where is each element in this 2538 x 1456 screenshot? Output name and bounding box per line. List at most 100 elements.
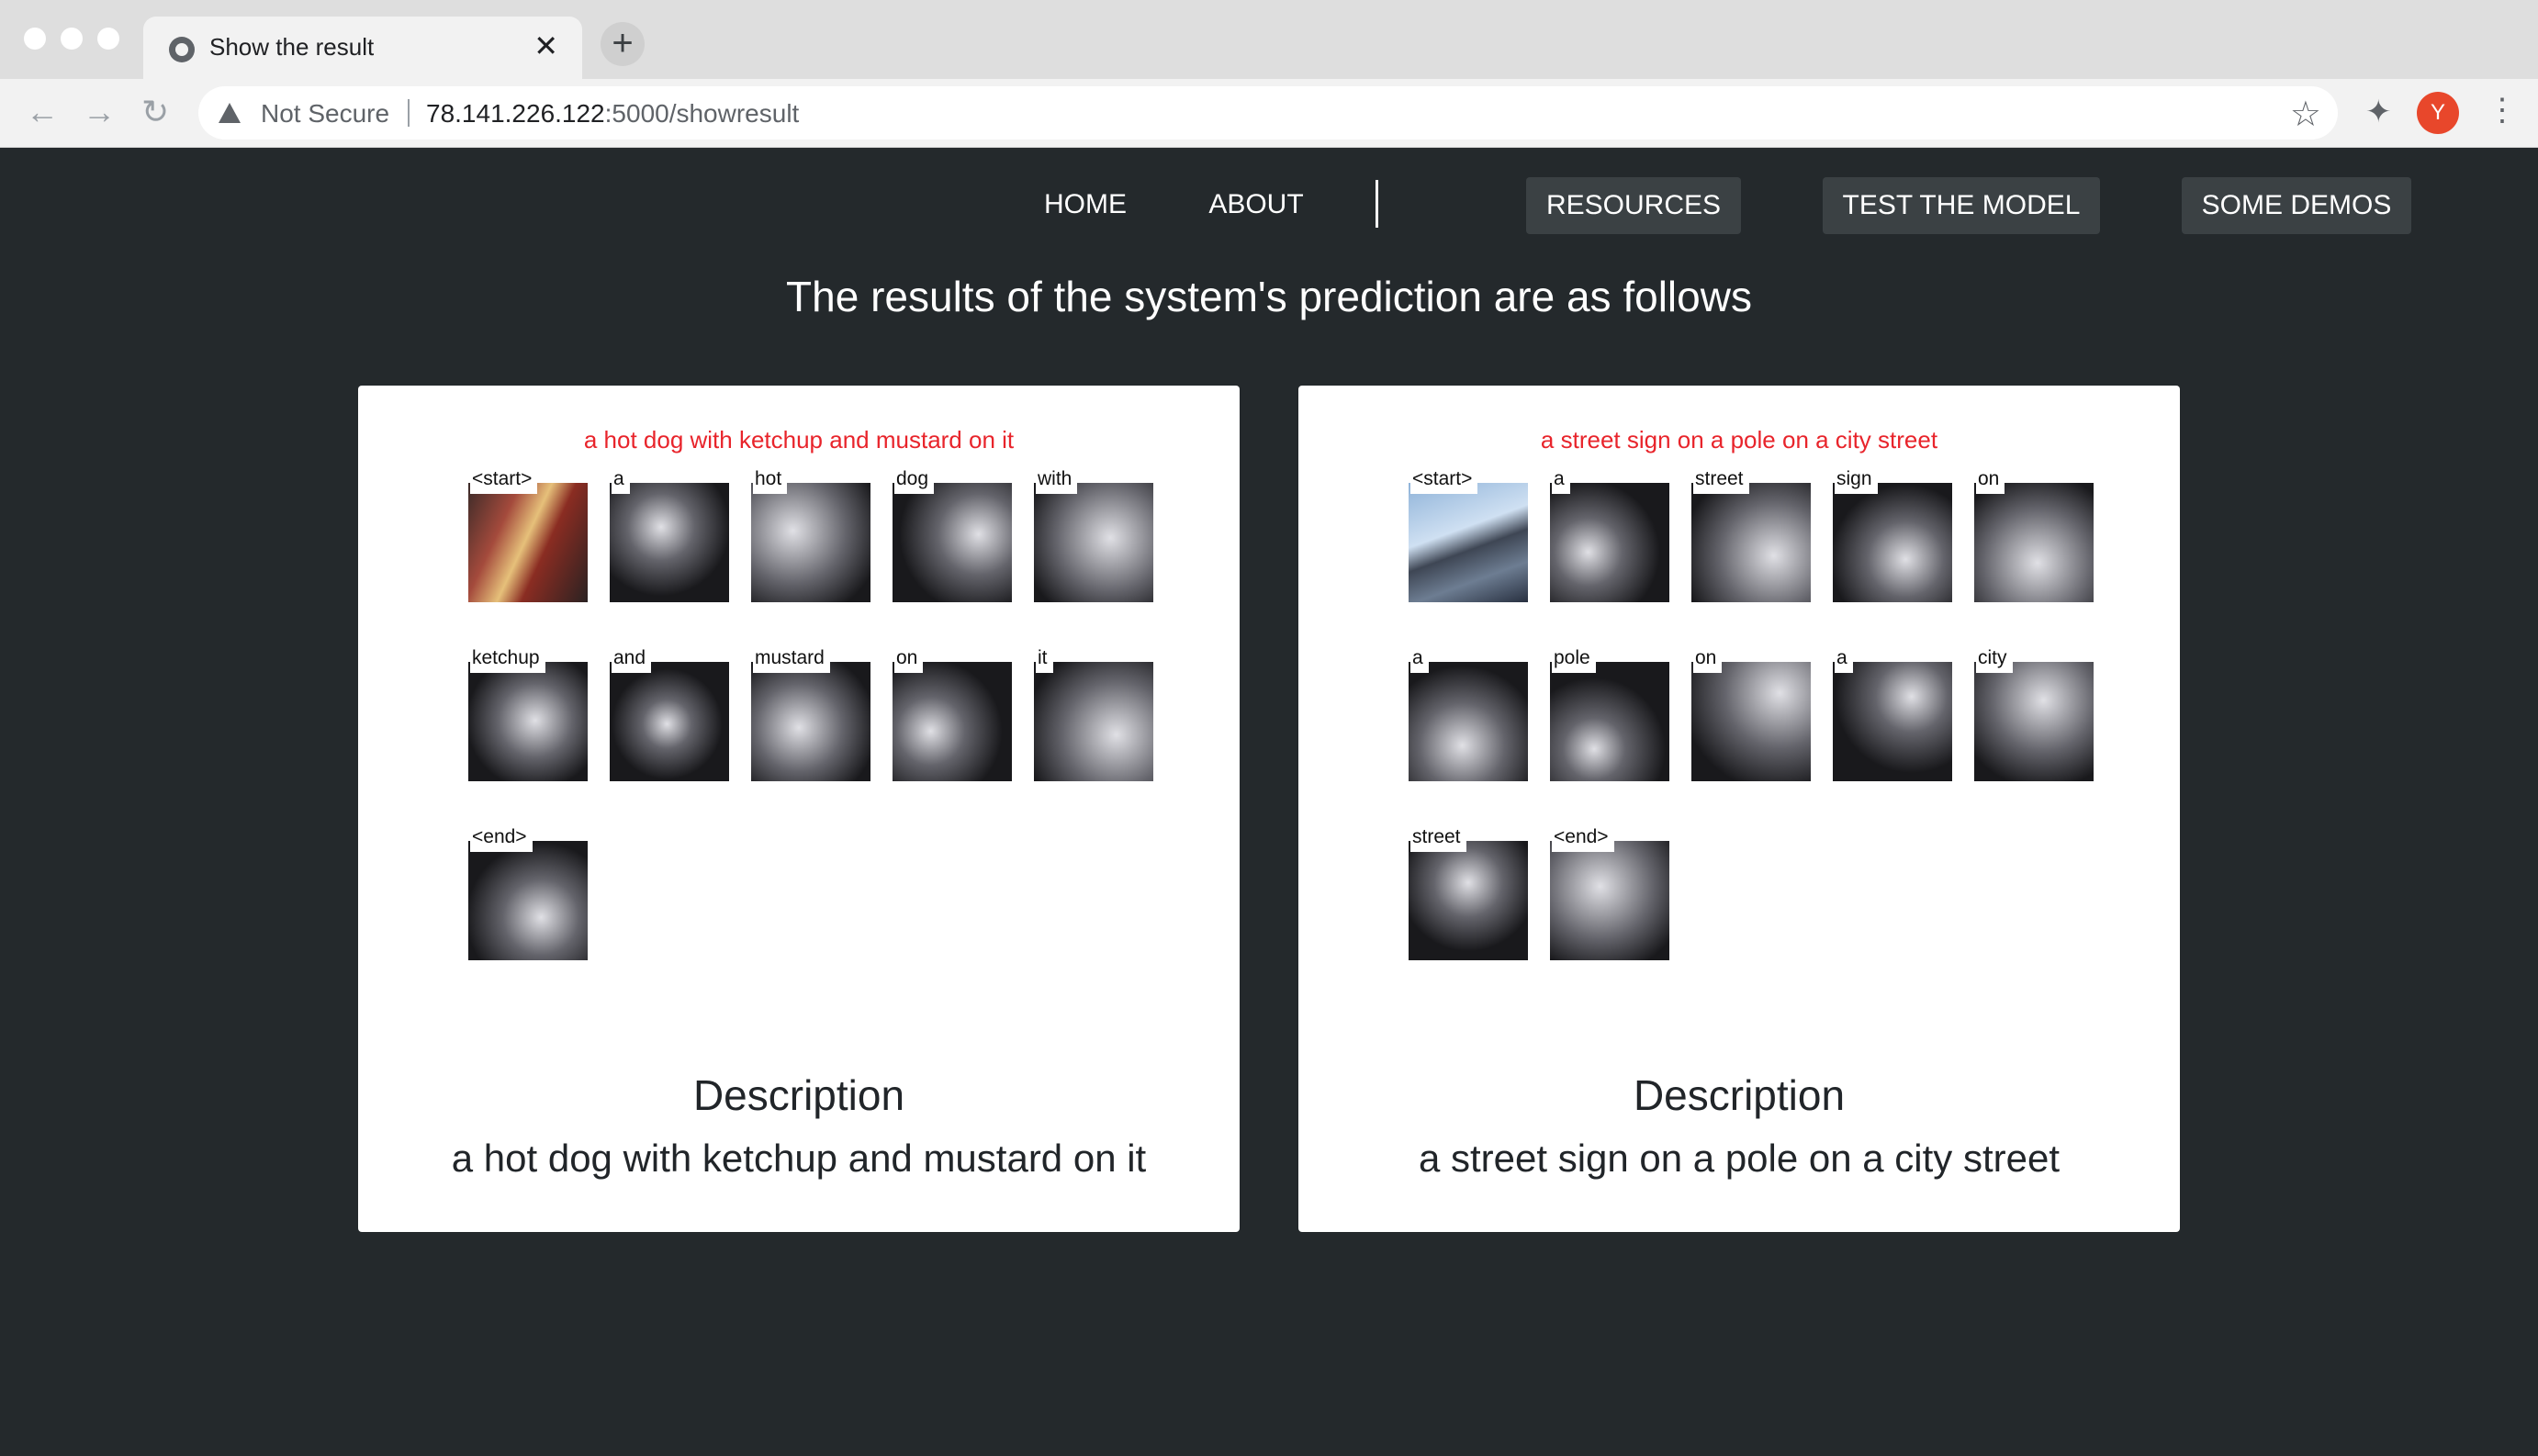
nav-home-link[interactable]: HOME xyxy=(1021,176,1150,233)
nav-resources-button[interactable]: RESOURCES xyxy=(1526,177,1741,234)
description-text: a street sign on a pole on a city street xyxy=(1418,1137,2061,1180)
attention-map-image xyxy=(610,483,729,602)
attention-map-image xyxy=(1034,662,1153,781)
nav-about-link[interactable]: ABOUT xyxy=(1192,176,1320,233)
attention-map-image xyxy=(1034,483,1153,602)
attention-map-image xyxy=(1409,662,1528,781)
attention-word-label: mustard xyxy=(753,647,830,673)
attention-word-label: hot xyxy=(753,468,788,494)
attention-word-label: it xyxy=(1036,647,1053,673)
attention-map-image xyxy=(751,662,870,781)
attention-word-label: with xyxy=(1036,468,1078,494)
browser-menu-icon[interactable]: ⋮ xyxy=(2487,90,2518,130)
attention-word-label: city xyxy=(1976,647,2013,673)
attention-word-label: a xyxy=(612,468,630,494)
attention-word-label: ketchup xyxy=(470,647,545,673)
attention-cell: <start> xyxy=(1409,468,1528,604)
attention-cell: a xyxy=(1550,468,1669,604)
new-tab-button[interactable]: + xyxy=(601,22,645,66)
attention-cell: pole xyxy=(1550,647,1669,783)
attention-cell: mustard xyxy=(751,647,870,783)
attention-map-image xyxy=(1550,662,1669,781)
description-title: Description xyxy=(1633,1071,1846,1119)
profile-avatar[interactable]: Y xyxy=(2417,92,2459,134)
not-secure-label[interactable]: Not Secure xyxy=(261,99,389,129)
attention-cell: with xyxy=(1034,468,1153,604)
attention-cell: <end> xyxy=(1550,826,1669,962)
nav-test-model-button[interactable]: TEST THE MODEL xyxy=(1823,177,2100,234)
attention-map-image xyxy=(468,662,588,781)
attention-map-image xyxy=(468,841,588,960)
attention-word-label: on xyxy=(1693,647,1723,673)
attention-word-label: on xyxy=(1976,468,2005,494)
attention-map-image xyxy=(1550,483,1669,602)
result-card-street-sign: a street sign on a pole on a city street… xyxy=(1298,386,2180,1232)
attention-cell: hot xyxy=(751,468,870,604)
attention-word-label: a xyxy=(1835,647,1853,673)
attention-map-image xyxy=(1409,841,1528,960)
back-arrow-icon[interactable]: ← xyxy=(26,92,59,132)
attention-map-image xyxy=(1409,483,1528,602)
attention-cell: a xyxy=(1409,647,1528,783)
url-text[interactable]: 78.141.226.122:5000/showresult xyxy=(426,99,799,129)
attention-map-image xyxy=(1833,662,1952,781)
attention-map-image xyxy=(1691,662,1811,781)
attention-map-image xyxy=(1833,483,1952,602)
warning-icon xyxy=(219,103,241,123)
description-text: a hot dog with ketchup and mustard on it xyxy=(451,1137,1147,1180)
browser-tab-bar: Show the result ✕ + xyxy=(0,0,2538,79)
attention-word-label: <start> xyxy=(1410,468,1478,494)
attention-map-image xyxy=(468,483,588,602)
nav-demos-button[interactable]: SOME DEMOS xyxy=(2182,177,2411,234)
close-tab-icon[interactable]: ✕ xyxy=(533,29,558,62)
attention-cell: a xyxy=(610,468,729,604)
attention-map-image xyxy=(1974,483,2094,602)
attention-cell: on xyxy=(893,647,1012,783)
attention-word-label: dog xyxy=(894,468,935,494)
attention-map-image xyxy=(751,483,870,602)
attention-cell: on xyxy=(1974,468,2094,604)
attention-cell: it xyxy=(1034,647,1153,783)
browser-tab[interactable]: Show the result ✕ xyxy=(143,17,582,79)
attention-word-label: and xyxy=(612,647,652,673)
browser-toolbar: ← → ↻ Not Secure 78.141.226.122:5000/sho… xyxy=(0,79,2538,148)
attention-cell: dog xyxy=(893,468,1012,604)
zoom-window-button[interactable] xyxy=(97,28,119,50)
attention-map-image xyxy=(1974,662,2094,781)
extensions-puzzle-icon[interactable]: ✦ xyxy=(2365,94,2392,130)
attention-cell: street xyxy=(1409,826,1528,962)
address-bar[interactable]: Not Secure 78.141.226.122:5000/showresul… xyxy=(198,86,2338,140)
attention-word-label: <end> xyxy=(470,826,533,852)
attention-word-label: a xyxy=(1410,647,1429,673)
address-bar-divider xyxy=(408,99,410,127)
attention-word-label: <end> xyxy=(1552,826,1614,852)
minimize-window-button[interactable] xyxy=(61,28,83,50)
bookmark-star-icon[interactable]: ☆ xyxy=(2290,94,2321,135)
attention-word-label: on xyxy=(894,647,924,673)
attention-cell: <start> xyxy=(468,468,588,604)
close-window-button[interactable] xyxy=(24,28,46,50)
description-title: Description xyxy=(692,1071,905,1119)
predicted-caption: a street sign on a pole on a city street xyxy=(1540,426,1938,454)
tab-title: Show the result xyxy=(209,33,375,61)
nav-divider xyxy=(1376,180,1378,228)
page-title: The results of the system's prediction a… xyxy=(786,273,1752,320)
attention-cell: on xyxy=(1691,647,1811,783)
forward-arrow-icon[interactable]: → xyxy=(83,92,116,132)
attention-cell: sign xyxy=(1833,468,1952,604)
attention-map-image xyxy=(610,662,729,781)
predicted-caption: a hot dog with ketchup and mustard on it xyxy=(583,426,1015,454)
attention-word-label: street xyxy=(1693,468,1749,494)
reload-icon[interactable]: ↻ xyxy=(141,92,169,132)
attention-cell: city xyxy=(1974,647,2094,783)
attention-cell: <end> xyxy=(468,826,588,962)
url-host: 78.141.226.122 xyxy=(426,99,605,128)
attention-cell: a xyxy=(1833,647,1952,783)
globe-icon xyxy=(169,37,195,62)
attention-word-label: sign xyxy=(1835,468,1878,494)
url-path: :5000/showresult xyxy=(604,99,800,128)
attention-map-image xyxy=(1691,483,1811,602)
attention-map-image xyxy=(893,483,1012,602)
attention-cell: and xyxy=(610,647,729,783)
attention-cell: ketchup xyxy=(468,647,588,783)
